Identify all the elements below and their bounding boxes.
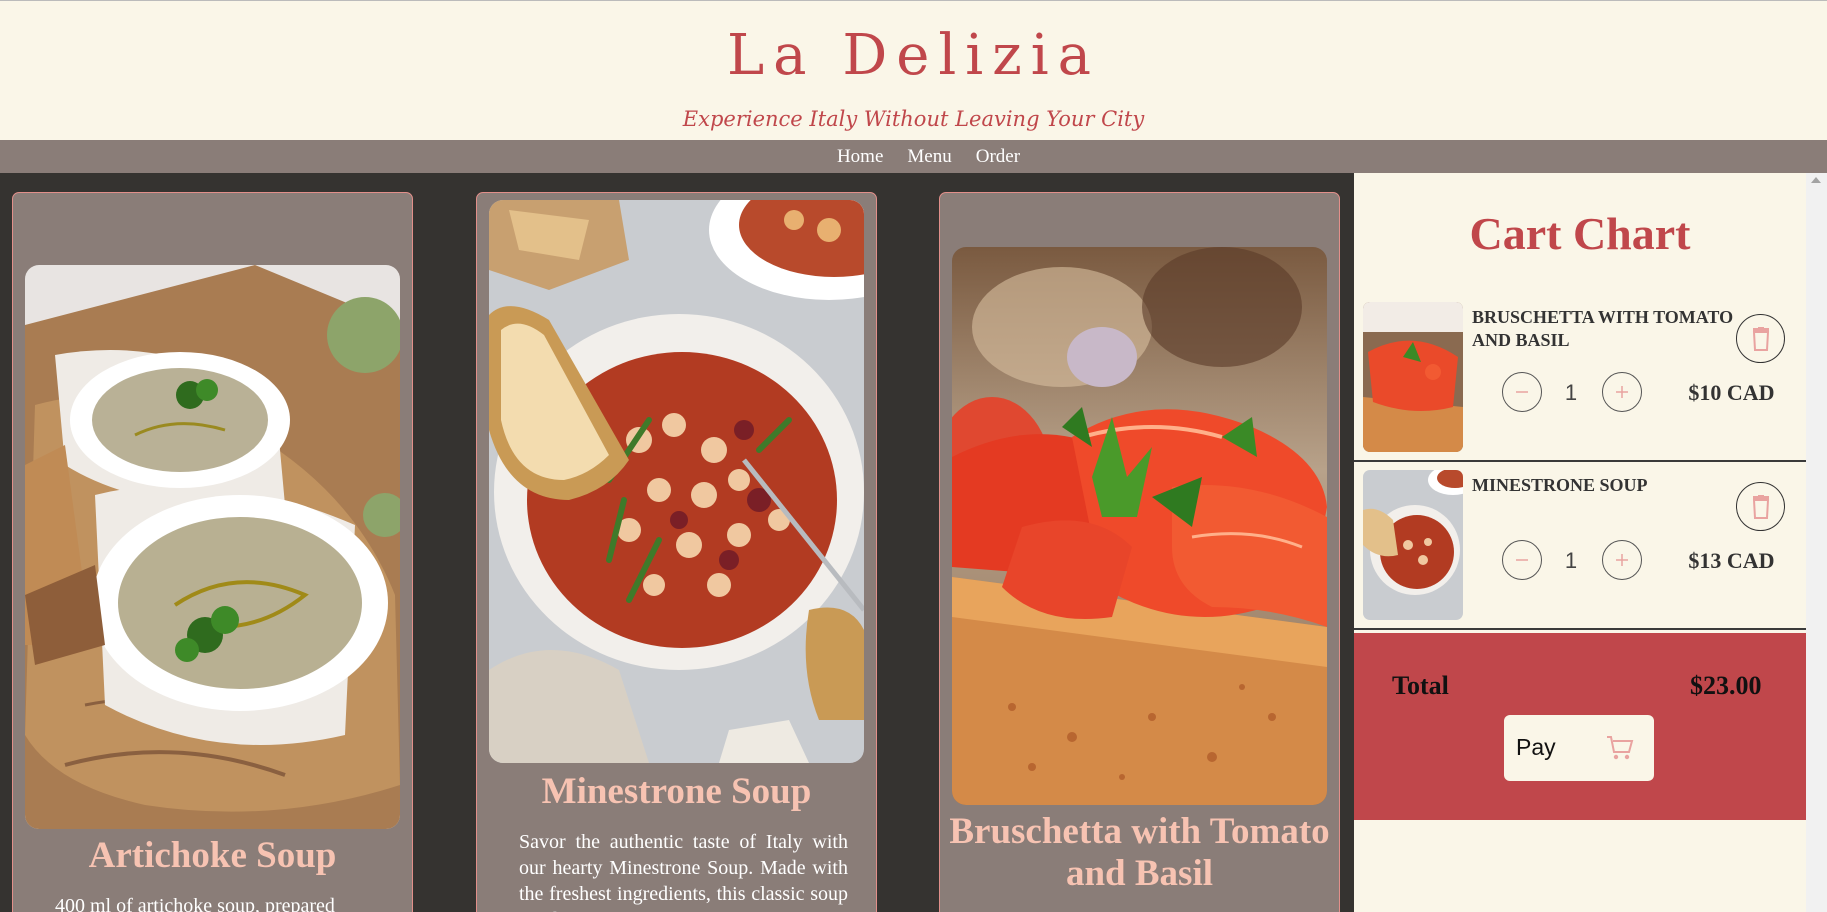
cart-item-name: MINESTRONE SOUP [1472, 475, 1648, 495]
product-card-artichoke[interactable]: Artichoke Soup 400 ml of artichoke soup,… [12, 192, 413, 912]
delete-item-button[interactable] [1736, 314, 1785, 363]
trash-icon [1752, 494, 1769, 519]
site-header: La Delizia Experience Italy Without Leav… [0, 0, 1827, 140]
total-label: Total [1392, 671, 1449, 700]
pay-button[interactable]: Pay [1504, 715, 1654, 781]
cart-item-thumbnail [1363, 470, 1463, 620]
product-card-bruschetta[interactable]: Bruschetta with Tomato and Basil [939, 192, 1340, 912]
total-value: $23.00 [1690, 671, 1762, 700]
quantity-value: 1 [1564, 548, 1578, 573]
plus-icon [1616, 386, 1628, 398]
cart-title: Cart Chart [1469, 208, 1691, 259]
cart-item-price: $13 CAD [1688, 548, 1775, 573]
product-description: Savor the authentic taste of Italy with … [519, 831, 848, 912]
trash-icon [1752, 326, 1769, 351]
cart-item-name: BRUSCHETTA WITH TOMATO AND BASIL [1472, 307, 1734, 350]
product-card-minestrone[interactable]: Minestrone Soup Savor the authentic tast… [476, 192, 877, 912]
minus-icon [1516, 559, 1528, 561]
cart-total-section: Total $23.00 Pay [1354, 633, 1806, 820]
artichoke-soup-image [25, 265, 400, 829]
decrease-quantity-button[interactable] [1502, 372, 1542, 412]
quantity-value: 1 [1564, 380, 1578, 405]
product-title: Artichoke Soup [88, 835, 337, 876]
nav-order-link[interactable]: Order [976, 146, 1020, 168]
delete-item-button[interactable] [1736, 482, 1785, 531]
product-title: Bruschetta with Tomato and Basil [949, 811, 1330, 894]
nav-menu-link[interactable]: Menu [907, 146, 951, 168]
minus-icon [1516, 391, 1528, 393]
cart-item-thumbnail [1363, 302, 1463, 452]
product-description: 400 ml of artichoke soup, prepared [55, 895, 335, 912]
product-title: Minestrone Soup [541, 771, 812, 812]
increase-quantity-button[interactable] [1602, 540, 1642, 580]
bruschetta-image [952, 247, 1327, 805]
increase-quantity-button[interactable] [1602, 372, 1642, 412]
pay-button-label: Pay [1516, 734, 1556, 760]
site-tagline: Experience Italy Without Leaving Your Ci… [682, 107, 1145, 131]
decrease-quantity-button[interactable] [1502, 540, 1542, 580]
cart-item: MINESTRONE SOUP 1 $13 CAD [1354, 462, 1806, 630]
site-logo[interactable]: La Delizia [0, 23, 1827, 88]
nav-home-link[interactable]: Home [837, 146, 883, 168]
plus-icon [1616, 554, 1628, 566]
cart-item: BRUSCHETTA WITH TOMATO AND BASIL 1 $10 C… [1354, 294, 1806, 462]
cart-panel: Cart Chart BRUSCHETTA WITH TOMATO AND BA… [1354, 173, 1806, 912]
cart-icon [1607, 736, 1634, 760]
minestrone-soup-image [489, 200, 864, 763]
scroll-up-arrow-icon[interactable] [1811, 177, 1821, 183]
cart-item-price: $10 CAD [1688, 380, 1775, 405]
main-nav: Home Menu Order [0, 140, 1827, 173]
cart-scrollbar[interactable] [1806, 173, 1827, 912]
